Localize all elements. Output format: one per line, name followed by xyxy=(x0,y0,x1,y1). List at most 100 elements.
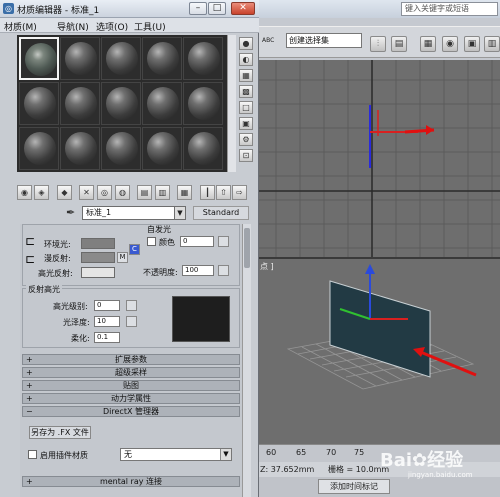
glossiness-map-button[interactable] xyxy=(126,316,137,327)
rollout-dynamics[interactable]: + 动力学属性 xyxy=(22,393,240,404)
ambient-color-swatch[interactable] xyxy=(81,238,115,249)
rollout-maps[interactable]: + 贴图 xyxy=(22,380,240,391)
glossiness-spinner[interactable]: 10 xyxy=(94,316,120,327)
sample-slot[interactable] xyxy=(60,37,100,80)
rollout-supersampling[interactable]: + 超级采样 xyxy=(22,367,240,378)
minimize-button[interactable]: – xyxy=(189,2,207,15)
lock-button[interactable]: C xyxy=(129,244,140,255)
slots-scrollbar[interactable] xyxy=(227,35,236,172)
plugin-material-dropdown[interactable]: 无 ▼ xyxy=(120,448,232,461)
diffuse-map-button[interactable]: M xyxy=(117,252,128,263)
material-name-row: ✒ 标准_1 ▼ Standard xyxy=(62,206,252,221)
rollout-mental-ray[interactable]: + mental ray 连接 xyxy=(22,476,240,487)
self-illum-spinner[interactable]: 0 xyxy=(180,236,214,247)
self-illum-map-button[interactable] xyxy=(218,236,229,247)
add-time-tag-button[interactable]: 添加时间标记 xyxy=(318,479,390,494)
z-coordinate-field[interactable]: Z: 37.652mm xyxy=(260,463,314,476)
opacity-map-button[interactable] xyxy=(218,265,229,276)
sample-slot[interactable] xyxy=(60,82,100,125)
sample-slot[interactable] xyxy=(183,82,223,125)
sample-slot[interactable] xyxy=(183,127,223,170)
render-icon[interactable]: ▥ xyxy=(484,36,500,52)
go-forward-sibling-icon[interactable]: ⇨ xyxy=(232,185,247,200)
video-check-icon[interactable]: □ xyxy=(239,101,253,114)
self-illum-color-checkbox[interactable] xyxy=(147,237,156,246)
put-to-library-icon[interactable]: ▤ xyxy=(137,185,152,200)
select-by-material-icon[interactable]: ⊡ xyxy=(239,149,253,162)
scrollbar-thumb[interactable] xyxy=(244,228,250,268)
layer-icon[interactable]: ▦ xyxy=(420,36,436,52)
soften-spinner[interactable]: 0.1 xyxy=(94,332,120,343)
material-editor-titlebar[interactable]: ◎ 材质编辑器 - 标准_1 – □ ✕ xyxy=(0,0,259,18)
sample-slot[interactable] xyxy=(142,37,182,80)
sample-slot[interactable] xyxy=(142,82,182,125)
enable-plugin-checkbox[interactable] xyxy=(28,450,37,459)
specular-level-label: 高光级别: xyxy=(53,302,88,311)
sample-slot[interactable] xyxy=(101,127,141,170)
status-bar: 添加时间标记 xyxy=(258,477,500,497)
show-end-result-icon[interactable]: ┃ xyxy=(200,185,215,200)
material-toolbar: ◉ ◈ ◆ ✕ ◎ ◍ ▤ ▥ ▦ ┃ ⇧ ⇨ xyxy=(17,185,247,202)
viewport-label[interactable]: 点 ] xyxy=(260,261,274,272)
save-as-fx-button[interactable]: 另存为 .FX 文件 xyxy=(29,426,91,439)
opacity-spinner[interactable]: 100 xyxy=(182,265,214,276)
render-setup-icon[interactable]: ▣ xyxy=(464,36,480,52)
align-icon[interactable]: ▤ xyxy=(391,36,407,52)
lock-bracket: ⊏ xyxy=(25,252,36,266)
sample-slot[interactable] xyxy=(142,127,182,170)
soften-label: 柔化: xyxy=(71,334,90,343)
options-icon[interactable]: ⚙ xyxy=(239,133,253,146)
chevron-down-icon[interactable]: ▼ xyxy=(174,206,186,220)
make-unique-icon[interactable]: ◍ xyxy=(115,185,130,200)
rollout-extended-params[interactable]: + 扩展参数 xyxy=(22,354,240,365)
specular-color-swatch[interactable] xyxy=(81,267,115,278)
rollout-label: 超级采样 xyxy=(115,368,147,377)
assign-material-icon[interactable]: ◆ xyxy=(57,185,72,200)
show-map-icon[interactable]: ▦ xyxy=(177,185,192,200)
specular-level-map-button[interactable] xyxy=(126,300,137,311)
timeline[interactable]: 60 65 70 75 xyxy=(258,444,500,462)
backlight-icon[interactable]: ◐ xyxy=(239,53,253,66)
search-input[interactable]: 键入关键字或短语 xyxy=(401,2,498,16)
material-type-button[interactable]: Standard xyxy=(193,206,249,220)
rollout-label: 贴图 xyxy=(123,381,139,390)
selection-set-dropdown[interactable]: 创建选择集 xyxy=(286,33,362,48)
go-to-parent-icon[interactable]: ⇧ xyxy=(216,185,231,200)
menu-navigation[interactable]: 导航(N) xyxy=(57,20,89,33)
mirror-icon[interactable]: ⫶ xyxy=(370,36,386,52)
reset-map-icon[interactable]: ✕ xyxy=(79,185,94,200)
sample-slot[interactable] xyxy=(19,127,59,170)
sample-sphere xyxy=(147,87,179,120)
eyedropper-icon[interactable]: ✒ xyxy=(66,207,80,220)
sample-sphere xyxy=(188,132,220,165)
sample-slot[interactable] xyxy=(19,37,59,80)
get-material-icon[interactable]: ◉ xyxy=(17,185,32,200)
sample-slot[interactable] xyxy=(183,37,223,80)
specular-level-spinner[interactable]: 0 xyxy=(94,300,120,311)
sample-slot[interactable] xyxy=(60,127,100,170)
rollout-directx-manager[interactable]: − DirectX 管理器 xyxy=(22,406,240,417)
self-illum-color-label: 颜色 xyxy=(159,238,175,247)
menu-utilities[interactable]: 工具(U) xyxy=(134,20,166,33)
viewport-top[interactable] xyxy=(258,60,500,257)
sample-slot[interactable] xyxy=(101,82,141,125)
chevron-down-icon: ▼ xyxy=(220,449,231,460)
parameters-scrollbar[interactable] xyxy=(242,224,251,497)
sample-slot[interactable] xyxy=(101,37,141,80)
background-icon[interactable]: ▦ xyxy=(239,69,253,82)
put-to-scene-icon[interactable]: ◈ xyxy=(34,185,49,200)
uv-tiling-icon[interactable]: ▩ xyxy=(239,85,253,98)
sample-slot[interactable] xyxy=(19,82,59,125)
sample-type-icon[interactable]: ● xyxy=(239,37,253,50)
menu-material[interactable]: 材质(M) xyxy=(4,20,37,33)
material-id-icon[interactable]: ▥ xyxy=(155,185,170,200)
close-button[interactable]: ✕ xyxy=(231,2,255,15)
viewport-perspective[interactable]: 点 ] xyxy=(258,259,500,444)
diffuse-color-swatch[interactable] xyxy=(81,252,115,263)
menu-options[interactable]: 选项(O) xyxy=(96,20,128,33)
material-name-field[interactable]: 标准_1 xyxy=(82,206,185,220)
make-preview-icon[interactable]: ▣ xyxy=(239,117,253,130)
copy-material-icon[interactable]: ◎ xyxy=(97,185,112,200)
material-editor-icon[interactable]: ◉ xyxy=(442,36,458,52)
maximize-button[interactable]: □ xyxy=(208,2,226,15)
